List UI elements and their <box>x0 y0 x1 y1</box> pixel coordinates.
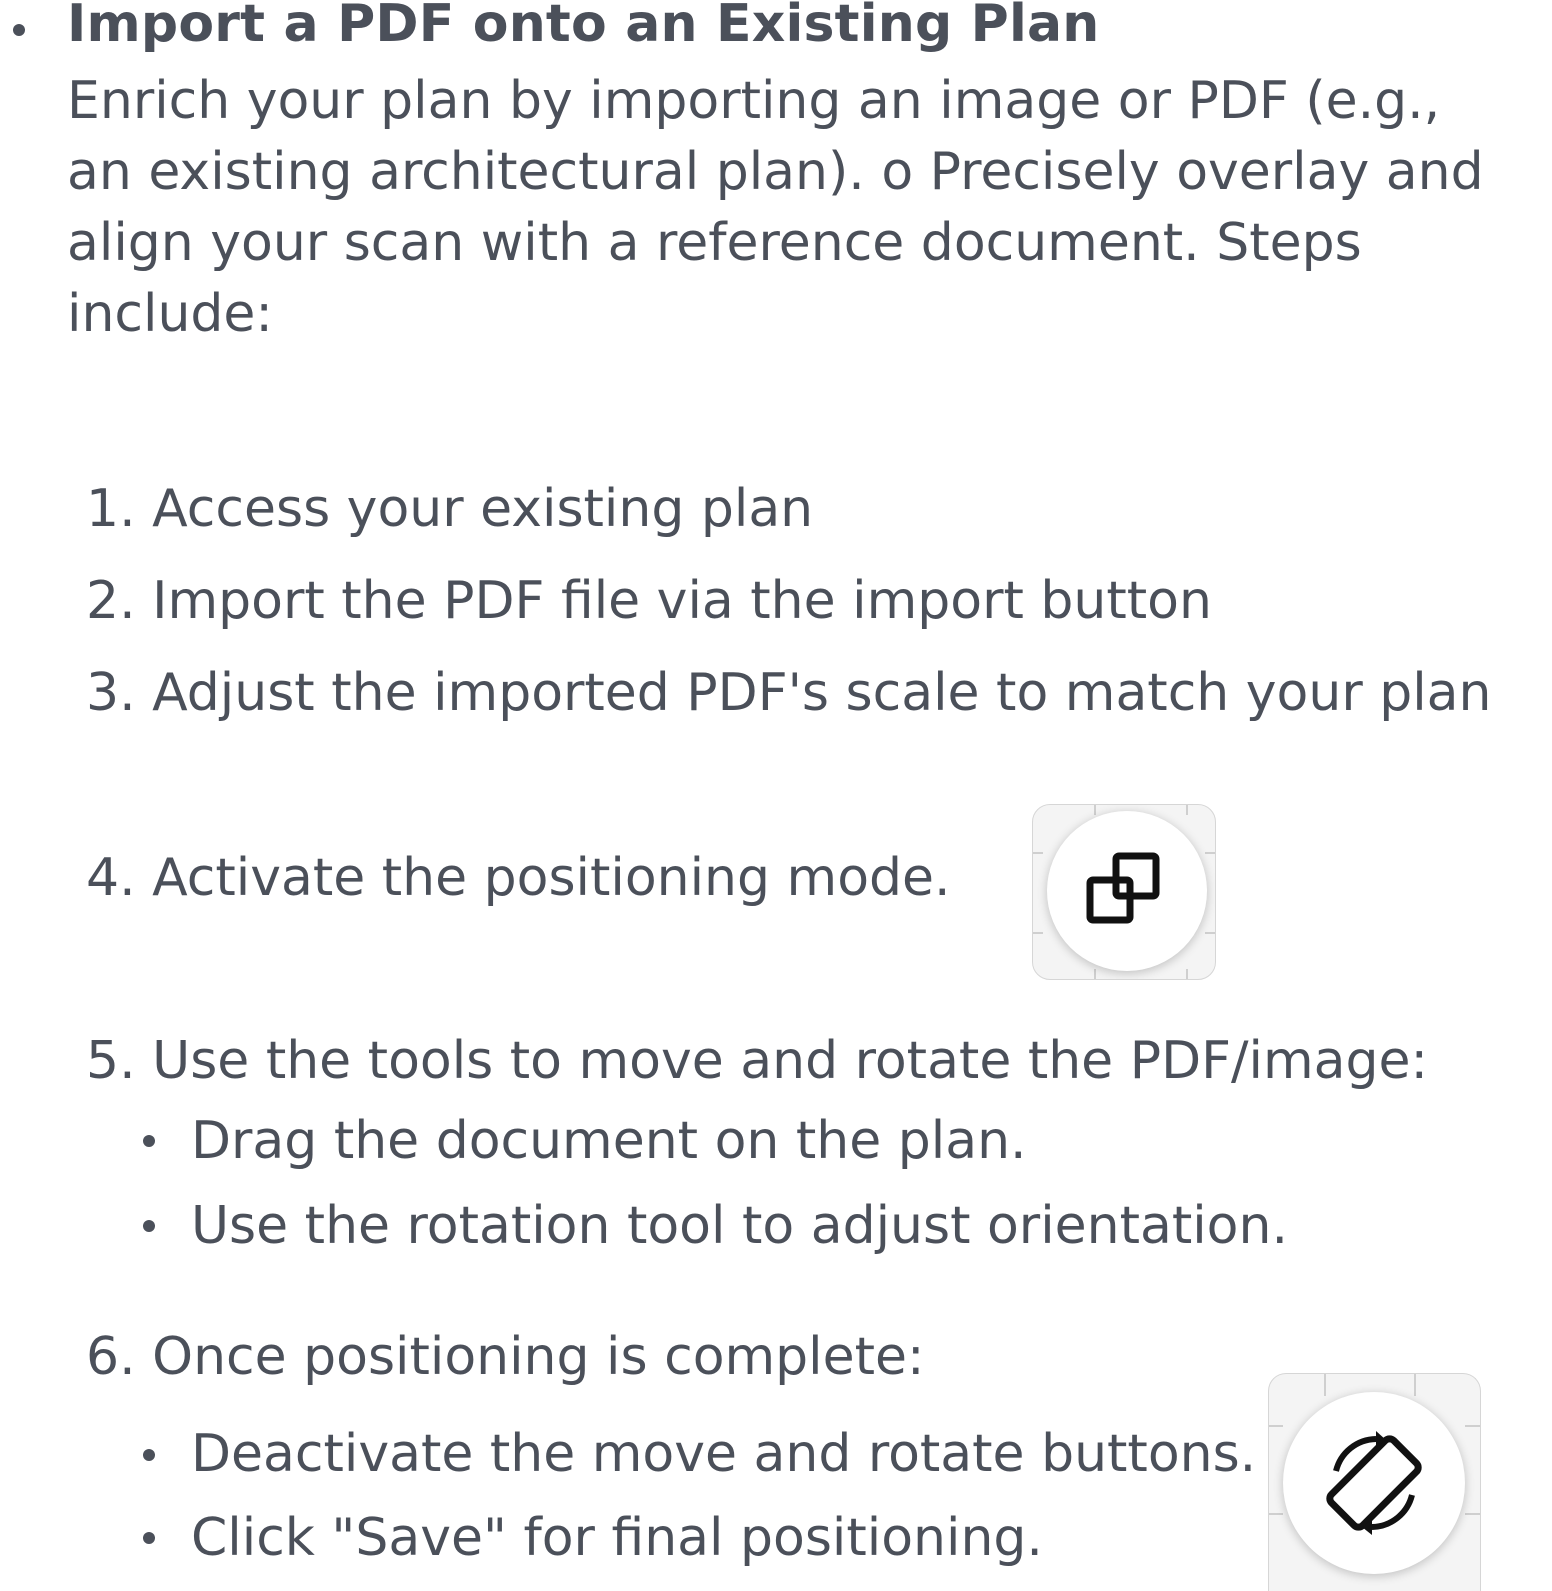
subitem-rotation-tool: Use the rotation tool to adjust orientat… <box>191 1196 1288 1256</box>
rotate-button[interactable] <box>1268 1373 1481 1591</box>
description-line: an existing architectural plan). o Preci… <box>67 142 1484 202</box>
subitem-deactivate-buttons: Deactivate the move and rotate buttons. <box>191 1424 1257 1484</box>
positioning-mode-icon <box>1086 852 1160 924</box>
subitem-bullet <box>143 1220 155 1232</box>
step-1: 1. Access your existing plan <box>86 479 814 539</box>
step-6: 6. Once positioning is complete: <box>86 1327 925 1387</box>
description-line: align your scan with a reference documen… <box>67 213 1362 273</box>
subitem-bullet <box>143 1135 155 1147</box>
step-3: 3. Adjust the imported PDF's scale to ma… <box>86 663 1492 723</box>
description-line: include: <box>67 284 273 344</box>
step-2: 2. Import the PDF file via the import bu… <box>86 571 1212 631</box>
subitem-bullet <box>143 1449 155 1461</box>
positioning-mode-circle <box>1047 811 1207 971</box>
subitem-drag-document: Drag the document on the plan. <box>191 1111 1027 1171</box>
subitem-bullet <box>143 1532 155 1544</box>
subitem-click-save: Click "Save" for final positioning. <box>191 1508 1043 1568</box>
positioning-mode-button[interactable] <box>1032 804 1216 980</box>
rotate-icon <box>1326 1431 1422 1535</box>
section-description: Enrich your plan by importing an image o… <box>67 66 1547 350</box>
description-line: Enrich your plan by importing an image o… <box>67 71 1441 131</box>
step-4: 4. Activate the positioning mode. <box>86 848 951 908</box>
step-5: 5. Use the tools to move and rotate the … <box>86 1031 1429 1091</box>
section-bullet <box>13 24 25 36</box>
section-title: Import a PDF onto an Existing Plan <box>67 0 1100 54</box>
rotate-circle <box>1283 1392 1465 1574</box>
